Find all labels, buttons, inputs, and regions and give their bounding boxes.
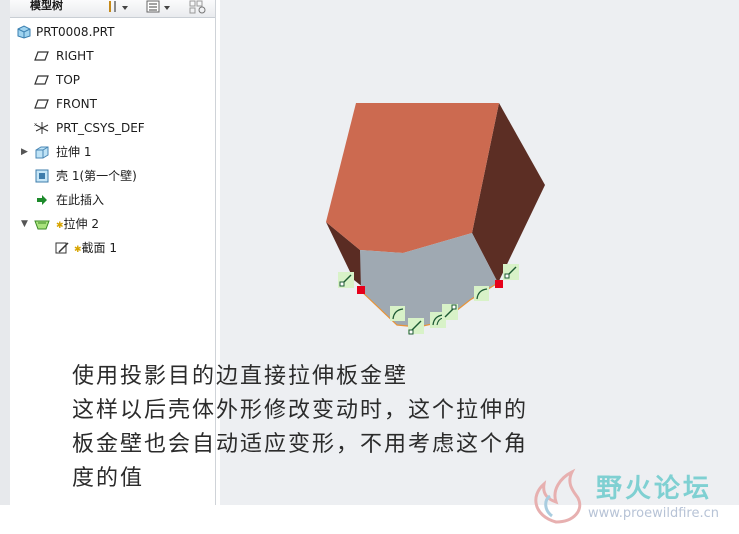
constraint-marker — [503, 264, 519, 280]
tree-item-insert-here[interactable]: 在此插入 — [10, 188, 215, 212]
tree-item-label: 在此插入 — [56, 193, 105, 207]
sketch-endpoint-marker — [495, 280, 503, 288]
tree-item-label: FRONT — [56, 97, 97, 111]
tree-item-extrude-1[interactable]: ▶ 拉伸 1 — [10, 140, 215, 164]
flame-logo-icon — [534, 468, 582, 524]
caption-line: 板金壁也会自动适应变形，不用考虑这个角 — [72, 432, 529, 457]
tangent-constraint-marker — [390, 306, 405, 321]
tree-item-right-plane[interactable]: RIGHT — [10, 44, 215, 68]
caption-line: 这样以后壳体外形修改变动时，这个拉伸的 — [72, 398, 529, 423]
datum-plane-icon — [34, 75, 49, 85]
coordinate-system-icon: x — [34, 122, 49, 134]
tree-item-shell-1[interactable]: 壳 1(第一个壁) — [10, 164, 215, 188]
collapse-arrow-icon[interactable]: ▼ — [21, 212, 28, 236]
datum-plane-icon — [34, 99, 49, 109]
part-icon — [17, 25, 31, 39]
watermark-site-name: 野火论坛 — [596, 474, 713, 504]
constraint-marker — [338, 272, 354, 288]
new-feature-star-icon: ✱ — [74, 245, 82, 255]
tree-item-front-plane[interactable]: FRONT — [10, 92, 215, 116]
tree-item-part[interactable]: PRT0008.PRT — [10, 20, 215, 44]
tree-item-label: 拉伸 1 — [56, 145, 92, 159]
settings-tools-icon[interactable] — [106, 0, 132, 14]
filter-icon[interactable] — [188, 0, 210, 14]
model-tree-title: 模型树 — [30, 0, 63, 12]
insert-here-arrow-icon — [37, 195, 47, 205]
sketch-section-icon — [55, 242, 69, 254]
tree-item-label: TOP — [56, 73, 81, 87]
show-list-icon[interactable] — [145, 0, 173, 14]
sheetmetal-extrude-icon — [34, 220, 50, 230]
tangent-constraint-marker — [474, 286, 489, 301]
caption-line: 使用投影目的边直接拉伸板金壁 — [72, 364, 409, 389]
tree-item-top-plane[interactable]: TOP — [10, 68, 215, 92]
sketch-endpoint-marker — [357, 286, 365, 294]
tree-item-extrude-2[interactable]: ▼ ✱拉伸 2 — [10, 212, 215, 236]
tree-item-label: PRT0008.PRT — [36, 25, 115, 39]
constraint-marker — [442, 304, 458, 320]
left-edge-strip — [0, 0, 10, 505]
site-watermark: 野火论坛 www.proewildfire.cn — [526, 462, 736, 528]
watermark-url: www.proewildfire.cn — [588, 506, 719, 521]
shell-icon — [35, 169, 49, 183]
constraint-marker — [408, 318, 424, 335]
tree-item-csys[interactable]: x PRT_CSYS_DEF — [10, 116, 215, 140]
tree-item-label: ✱拉伸 2 — [56, 217, 99, 231]
expand-arrow-icon[interactable]: ▶ — [21, 140, 28, 164]
model-tree-toolbar: 模型树 — [10, 0, 215, 18]
tree-item-section-1[interactable]: ✱截面 1 — [10, 236, 215, 260]
tree-item-label: ✱截面 1 — [74, 241, 117, 255]
tree-item-label: PRT_CSYS_DEF — [56, 121, 145, 135]
tree-item-label: 壳 1(第一个壁) — [56, 169, 137, 183]
datum-plane-icon — [34, 51, 49, 61]
extrude-icon — [35, 146, 49, 159]
svg-text:x: x — [34, 122, 37, 128]
new-feature-star-icon: ✱ — [56, 221, 64, 231]
tree-item-label: RIGHT — [56, 49, 94, 63]
